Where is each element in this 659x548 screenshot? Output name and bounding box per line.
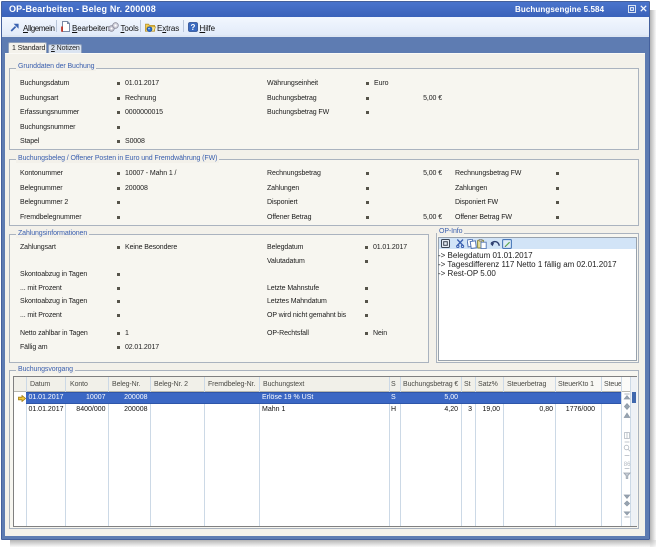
svg-text:86: 86	[623, 462, 630, 468]
svg-text:?: ?	[191, 22, 196, 31]
